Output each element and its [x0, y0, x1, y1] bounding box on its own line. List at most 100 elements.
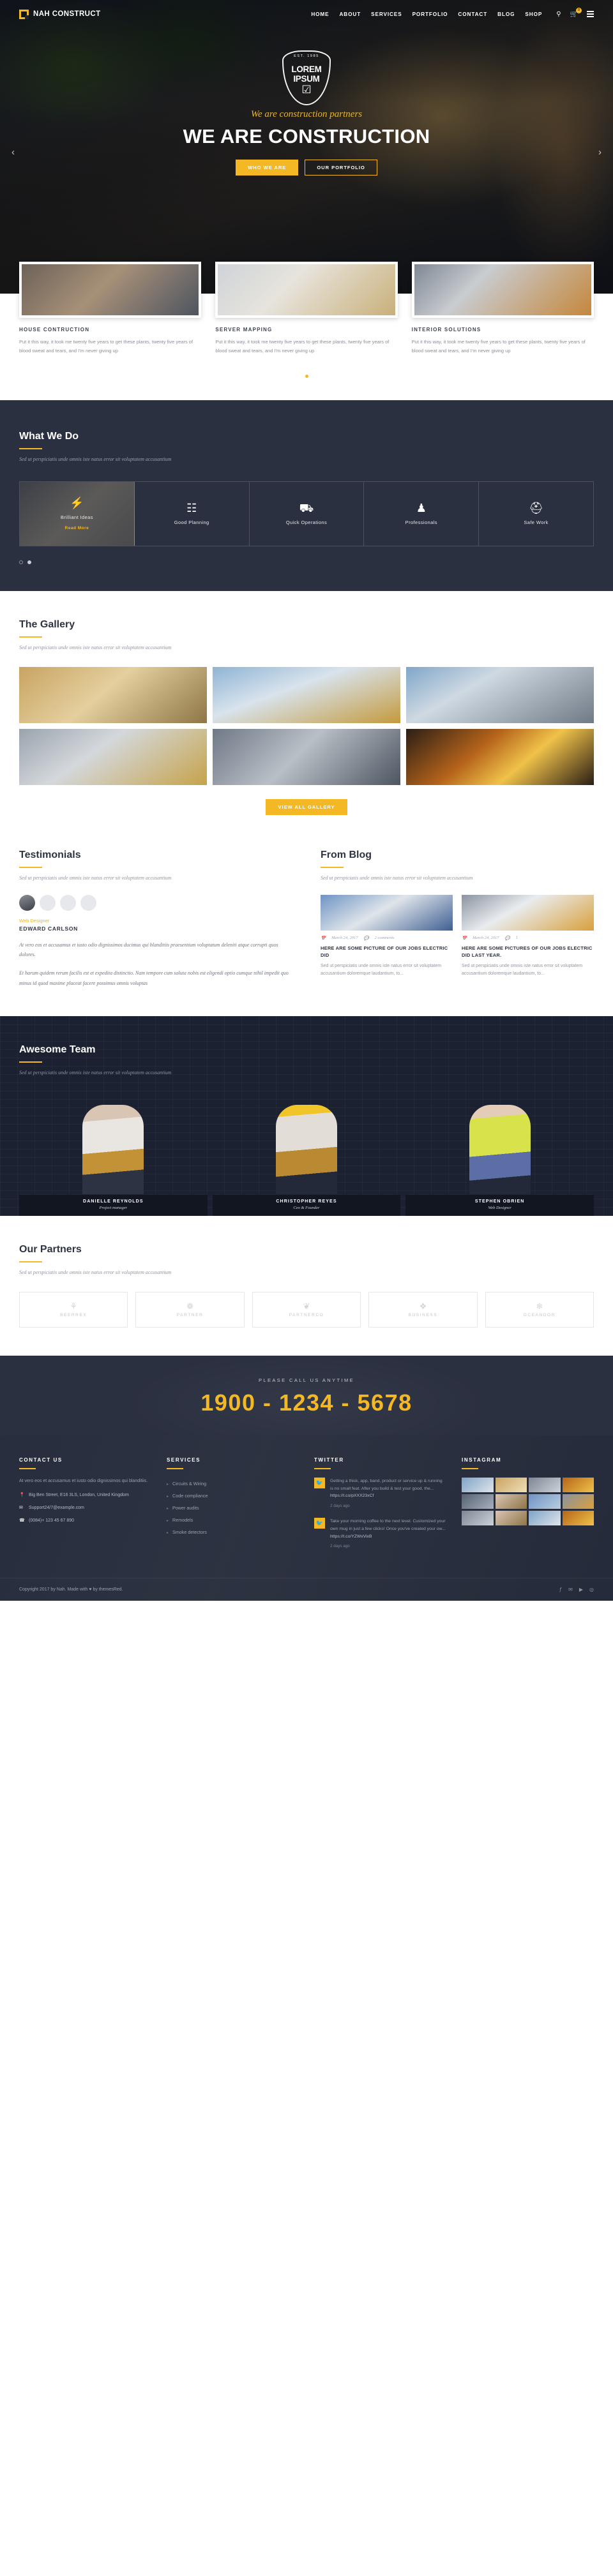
- dribbble-icon[interactable]: ◎: [589, 1587, 594, 1592]
- section-title: Testimonials: [19, 849, 81, 860]
- footer-description: At vero eos et accusamus et iusto odio d…: [19, 1479, 148, 1484]
- instagram-thumb[interactable]: [562, 1494, 594, 1509]
- instagram-thumb[interactable]: [495, 1494, 527, 1509]
- instagram-thumb[interactable]: [462, 1511, 494, 1526]
- our-portfolio-button[interactable]: OUR PORTFOLIO: [305, 160, 377, 176]
- service-card[interactable]: INTERIOR SOLUTIONS Put it this way, it t…: [411, 262, 594, 356]
- footer-service-item[interactable]: Remodels: [167, 1514, 299, 1526]
- gallery-item[interactable]: [406, 728, 594, 785]
- nav-item-shop[interactable]: SHOP: [525, 11, 542, 17]
- instagram-thumb[interactable]: [495, 1478, 527, 1493]
- partner-glyph-icon: ❖: [419, 1301, 427, 1312]
- heading-underline: [462, 1468, 478, 1470]
- twitter-icon[interactable]: 🐦: [314, 1518, 325, 1529]
- who-we-are-button[interactable]: WHO WE ARE: [236, 160, 299, 176]
- gallery-item[interactable]: [213, 728, 400, 785]
- testimonial-avatars: [19, 894, 292, 911]
- hero-next-arrow[interactable]: ›: [598, 147, 602, 158]
- instagram-thumb[interactable]: [462, 1494, 494, 1509]
- avatar[interactable]: [19, 894, 35, 911]
- footer-phone[interactable]: (0084)+ 123 45 67 890: [29, 1517, 74, 1524]
- instagram-thumb[interactable]: [562, 1511, 594, 1526]
- footer-service-item[interactable]: Circuits & Wiring: [167, 1478, 299, 1490]
- footer-address-line: 📍 Big Ben Street, E16 3LS, London, Unite…: [19, 1492, 151, 1499]
- section-header: Awesome Team Sed ut perspiciatis unde om…: [19, 1044, 594, 1075]
- blog-post[interactable]: 📅 March 24, 2017 💬 1 HERE ARE SOME PICTU…: [462, 894, 594, 978]
- partner-logo[interactable]: ❖ BUSINESS: [368, 1292, 478, 1328]
- service-card-text: Put it this way, it took me twenty five …: [19, 339, 193, 354]
- partner-logo[interactable]: ❦ PARTNERCO: [252, 1292, 361, 1328]
- cart-icon[interactable]: 🛒 0: [570, 7, 582, 18]
- instagram-thumb[interactable]: [495, 1511, 527, 1526]
- avatar[interactable]: [80, 894, 96, 911]
- tweet-text: Take your morning coffee to the next lev…: [330, 1519, 446, 1532]
- service-card[interactable]: HOUSE CONTRUCTION Put it this way, it to…: [19, 262, 202, 356]
- nav-item-blog[interactable]: BLOG: [497, 11, 515, 17]
- gallery-item[interactable]: [19, 666, 207, 723]
- instagram-thumb[interactable]: [462, 1478, 494, 1493]
- nav-item-home[interactable]: HOME: [311, 11, 329, 17]
- calendar-icon: 📅: [462, 936, 467, 941]
- footer-service-item[interactable]: Power audits: [167, 1502, 299, 1514]
- tweet-link[interactable]: https://t.co/pXXX23xCf: [330, 1494, 374, 1498]
- footer-heading: CONTACT US: [19, 1457, 63, 1464]
- nav-item-portfolio[interactable]: PORTFOLIO: [412, 11, 448, 17]
- section-subtitle: Sed ut perspiciatis unde omnis iste natu…: [19, 644, 172, 650]
- nav-item-contact[interactable]: CONTACT: [458, 11, 487, 17]
- twitter-icon[interactable]: ✉: [568, 1587, 573, 1592]
- footer-service-item[interactable]: Smoke detectors: [167, 1526, 299, 1538]
- partner-logo[interactable]: ⚘ BEERREX: [19, 1292, 128, 1328]
- blog-post-title[interactable]: HERE ARE SOME PICTURE OF OUR JOBS ELECTR…: [321, 945, 453, 959]
- call-banner-number[interactable]: 1900 - 1234 - 5678: [0, 1389, 613, 1416]
- partner-logo[interactable]: ❄ OCEANDOR: [485, 1292, 594, 1328]
- team-member[interactable]: CHRISTOPHER REYES Ceo & Founder: [212, 1092, 401, 1217]
- youtube-icon[interactable]: ▶: [579, 1587, 583, 1592]
- gallery-item[interactable]: [406, 666, 594, 723]
- footer-contact-column: CONTACT US At vero eos et accusamus et i…: [19, 1457, 151, 1559]
- hero-prev-arrow[interactable]: ‹: [11, 147, 15, 158]
- carousel-dot-active[interactable]: [305, 374, 308, 378]
- logo-square-icon: [19, 9, 29, 19]
- gallery-item[interactable]: [213, 666, 400, 723]
- carousel-dot[interactable]: [19, 560, 23, 564]
- tile-good-planning[interactable]: ☷ Good Planning: [135, 481, 250, 546]
- hamburger-icon[interactable]: [587, 11, 594, 17]
- nav-item-services[interactable]: SERVICES: [371, 11, 402, 17]
- tile-quick-operations[interactable]: ⛟ Quick Operations: [250, 481, 365, 546]
- tile-safe-work[interactable]: ⛑ Safe Work: [479, 482, 593, 546]
- service-card-title: HOUSE CONTRUCTION: [19, 327, 90, 333]
- nav-item-about[interactable]: ABOUT: [339, 11, 361, 17]
- site-logo[interactable]: NAH CONSTRUCT: [19, 9, 101, 19]
- tile-professionals[interactable]: ♟ Professionals: [364, 481, 480, 546]
- team-member[interactable]: STEPHEN OBRIEN Web Designer: [405, 1092, 594, 1217]
- section-title: From Blog: [321, 849, 372, 860]
- instagram-thumb[interactable]: [529, 1494, 561, 1509]
- tile-read-more-link[interactable]: Read More: [65, 526, 89, 530]
- avatar[interactable]: [60, 894, 76, 911]
- search-icon[interactable]: ⚲: [556, 11, 561, 18]
- team-member-photo: [405, 1092, 594, 1195]
- service-card[interactable]: SERVER MAPPING Put it this way, it took …: [215, 262, 398, 356]
- gallery-item[interactable]: [19, 728, 207, 785]
- blog-post[interactable]: 📅 March 24, 2017 💬 2 comments HERE ARE S…: [321, 894, 453, 978]
- tile-brilliant-ideas[interactable]: ⚡ Brilliant Ideas Read More: [20, 481, 135, 546]
- section-header: The Gallery Sed ut perspiciatis unde omn…: [19, 619, 594, 650]
- carousel-dot-active[interactable]: [27, 560, 31, 564]
- twitter-icon[interactable]: 🐦: [314, 1478, 325, 1489]
- section-subtitle: Sed ut perspiciatis unde omnis iste natu…: [19, 1269, 172, 1276]
- blog-post-title[interactable]: HERE ARE SOME PICTURES OF OUR JOBS ELECT…: [462, 945, 594, 959]
- instagram-thumb[interactable]: [529, 1478, 561, 1493]
- what-we-do-carousel-dots: [19, 560, 594, 564]
- footer-service-item[interactable]: Code compliance: [167, 1490, 299, 1502]
- team-member[interactable]: DANIELLE REYNOLDS Project manager: [19, 1092, 208, 1217]
- tweet-link[interactable]: https://t.co/YZWxVixB: [330, 1534, 372, 1539]
- facebook-icon[interactable]: ƒ: [559, 1587, 562, 1592]
- instagram-thumb[interactable]: [562, 1478, 594, 1493]
- instagram-thumb[interactable]: [529, 1511, 561, 1526]
- tweet-item: 🐦 Take your morning coffee to the next l…: [314, 1518, 446, 1550]
- view-all-gallery-button[interactable]: VIEW ALL GALLERY: [266, 798, 347, 815]
- blog-post-excerpt: Sed ut perspiciatis unde omnis iste natu…: [321, 964, 442, 977]
- avatar[interactable]: [40, 894, 56, 911]
- footer-email[interactable]: Support24/7@example.com: [29, 1504, 84, 1511]
- partner-logo[interactable]: ❁ PARTNER: [135, 1292, 245, 1328]
